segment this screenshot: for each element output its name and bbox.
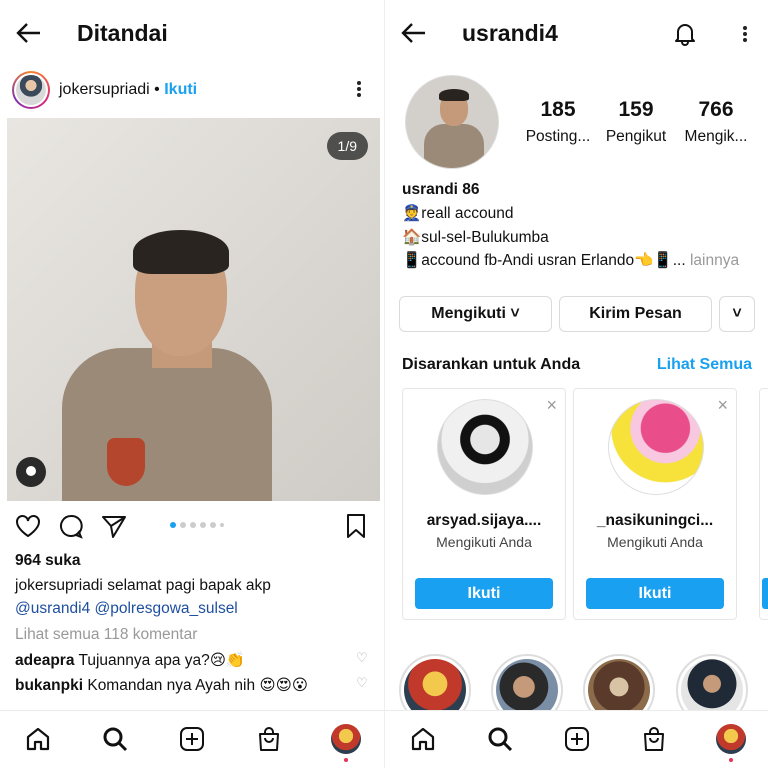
notification-dot	[729, 758, 733, 762]
comment: adeapra Tujuannya apa ya?😢👏	[15, 651, 245, 670]
message-button[interactable]: Kirim Pesan	[559, 296, 712, 332]
comment-user[interactable]: bukanpki	[15, 677, 83, 694]
kebab-menu-icon[interactable]	[742, 24, 748, 44]
comment: bukanpki Komandan nya Ayah nih 😍😍😮	[15, 676, 308, 695]
tagged-post-screen: Ditandai jokersupriadi • Ikuti 1/9 964 s…	[0, 0, 384, 768]
suggestion-name[interactable]: _nasikuningci...	[574, 512, 736, 530]
comment-icon[interactable]	[57, 512, 85, 540]
shop-icon[interactable]	[255, 725, 283, 753]
avatar[interactable]	[12, 71, 50, 109]
following-button[interactable]: Mengikuti ˅	[399, 296, 552, 332]
suggestion-card: × _nasikuningci... Mengikuti Anda Ikuti	[573, 388, 737, 620]
caption: jokersupriadi selamat pagi bapak akp	[15, 577, 271, 595]
bottom-nav	[0, 710, 384, 768]
comment-text: Komandan nya Ayah nih 😍😍😮	[83, 677, 308, 694]
caption-username[interactable]: jokersupriadi	[15, 577, 103, 594]
suggestion-subtitle: Mengikuti Anda	[436, 534, 532, 550]
comment-like-icon[interactable]: ♡	[356, 650, 370, 665]
suggestion-name[interactable]: arsyad.sijaya....	[403, 512, 565, 530]
image-counter: 1/9	[326, 132, 368, 160]
bookmark-icon[interactable]	[342, 512, 370, 540]
page-title: Ditandai	[77, 20, 168, 46]
bio-line: 📱accound fb-Andi usran Erlando👈📱... lain…	[402, 252, 740, 269]
suggestion-avatar[interactable]	[437, 399, 533, 495]
post-author: jokersupriadi • Ikuti	[59, 81, 197, 99]
profile-avatar[interactable]	[331, 724, 361, 754]
suggestion-card: × arsyad.sijaya.... Mengikuti Anda Ikuti	[402, 388, 566, 620]
follow-button[interactable]: Ikuti	[415, 578, 553, 609]
profile-avatar[interactable]	[716, 724, 746, 754]
view-comments-link[interactable]: Lihat semua 118 komentar	[15, 626, 197, 644]
comment-text: Tujuannya apa ya?😢👏	[74, 652, 246, 669]
carousel-indicator	[170, 522, 224, 528]
bio-more-link[interactable]: lainnya	[686, 252, 739, 269]
bottom-nav	[385, 710, 768, 768]
kebab-menu-icon[interactable]	[356, 79, 362, 99]
suggested-title: Disarankan untuk Anda	[402, 356, 581, 373]
bio-line: 🏠sul-sel-Bulukumba	[402, 229, 549, 246]
back-arrow-icon[interactable]	[399, 18, 429, 48]
add-post-icon[interactable]	[563, 725, 591, 753]
stat-posts[interactable]: 185 Posting...	[515, 98, 601, 146]
follow-link[interactable]: Ikuti	[164, 81, 197, 98]
close-icon[interactable]: ×	[717, 395, 728, 416]
search-icon[interactable]	[486, 725, 514, 753]
add-post-icon[interactable]	[178, 725, 206, 753]
bio-line: 👮reall accound	[402, 205, 514, 222]
suggestion-subtitle: Mengikuti Anda	[607, 534, 703, 550]
post-actions	[0, 508, 384, 544]
notification-dot	[344, 758, 348, 762]
see-all-link[interactable]: Lihat Semua	[657, 356, 752, 374]
caption-mentions[interactable]: @usrandi4 @polresgowa_sulsel	[15, 600, 238, 618]
profile-screen: usrandi4 185 Posting... 159 Pengikut 766 Me…	[384, 0, 768, 768]
heart-icon[interactable]	[14, 512, 42, 540]
stat-following[interactable]: 766 Mengik...	[673, 98, 759, 146]
back-arrow-icon[interactable]	[14, 18, 44, 48]
shop-icon[interactable]	[640, 725, 668, 753]
home-icon[interactable]	[409, 725, 437, 753]
comment-user[interactable]: adeapra	[15, 652, 74, 669]
send-icon[interactable]	[100, 512, 128, 540]
post-username[interactable]: jokersupriadi	[59, 81, 150, 98]
home-icon[interactable]	[24, 725, 52, 753]
close-icon[interactable]: ×	[546, 395, 557, 416]
bell-icon[interactable]	[672, 20, 698, 46]
post-header: jokersupriadi • Ikuti	[0, 68, 384, 116]
profile-picture[interactable]	[405, 75, 499, 169]
search-icon[interactable]	[101, 725, 129, 753]
profile-username: usrandi4	[462, 20, 558, 46]
post-image[interactable]: 1/9	[7, 118, 380, 501]
follow-button[interactable]: Ikuti	[586, 578, 724, 609]
tag-person-icon[interactable]	[16, 457, 46, 487]
stat-followers[interactable]: 159 Pengikut	[593, 98, 679, 146]
comment-like-icon[interactable]: ♡	[356, 675, 370, 690]
suggestions-toggle-button[interactable]: ˅	[719, 296, 755, 332]
suggestion-avatar[interactable]	[608, 399, 704, 495]
header: Ditandai	[0, 0, 384, 66]
likes-count[interactable]: 964 suka	[15, 552, 81, 570]
suggestion-card[interactable]	[759, 388, 768, 620]
header: usrandi4	[385, 0, 768, 66]
display-name: usrandi 86	[402, 181, 480, 198]
caption-text: selamat pagi bapak akp	[102, 577, 271, 594]
separator: •	[149, 81, 165, 98]
